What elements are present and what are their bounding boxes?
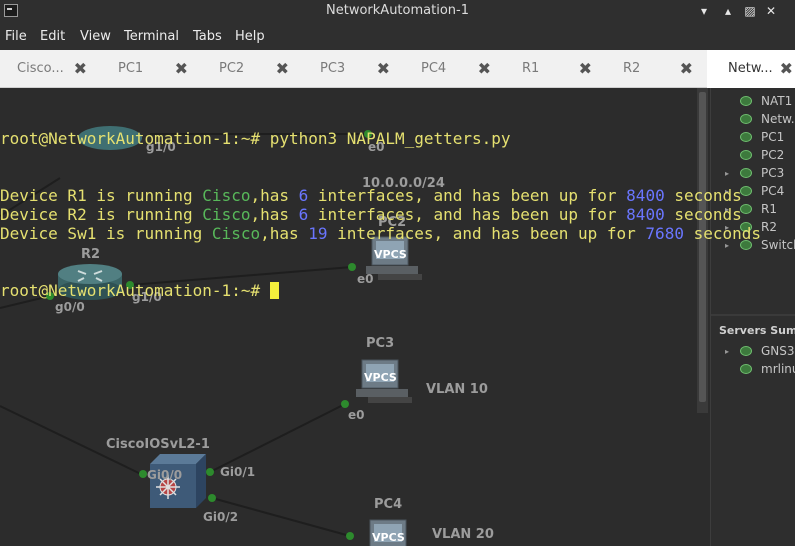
vpcs-badge-pc4: VPCS [372,531,405,544]
line-text: interfaces, and has been up for [327,224,646,243]
output-line: Device R1 is running Cisco,has 6 interfa… [0,186,761,205]
device-item-label[interactable]: NAT1 [761,94,792,108]
server-item-label[interactable]: GNS3 [761,344,795,358]
line-text: Device R1 is running [0,186,203,205]
device-item-label[interactable]: PC3 [761,166,784,180]
menu-terminal[interactable]: Terminal [124,29,179,44]
tab-label: R1 [522,61,540,76]
line-text: seconds [664,186,742,205]
prompt: root@NetworkAutomation-1:~# [0,129,261,148]
uptime-value: 8400 [626,186,665,205]
line-text: interfaces, and has been up for [308,205,627,224]
device-item-label[interactable]: PC2 [761,148,784,162]
menu-file[interactable]: File [5,29,27,44]
tab-label: PC3 [320,61,346,76]
cursor [269,282,279,299]
menu-tabs[interactable]: Tabs [193,29,222,44]
vlan10-label: VLAN 10 [426,382,488,397]
menu-bar: File Edit View Terminal Tabs Help [0,24,795,50]
status-indicator-icon [740,364,752,374]
command: python3 NAPALM_getters.py [269,129,511,148]
interface-count: 19 [308,224,328,243]
node-label-pc4: PC4 [374,497,403,512]
device-item-label[interactable]: Netw... [761,112,795,126]
tab-label: R2 [623,61,641,76]
output-line: Device R2 is running Cisco,has 6 interfa… [0,205,761,224]
terminal-area[interactable]: R2 g0/0 g1/0 PC2 e0 10.0.0.0/24 PC3 e0 V… [0,88,795,546]
tab-pc1[interactable]: PC1 ✖ [101,50,202,88]
minimize-icon[interactable]: ▴ [719,2,737,20]
tab-network-automation[interactable]: Netw... ✖ [707,50,795,88]
tab-close-icon[interactable]: ✖ [276,59,289,78]
device-item-label[interactable]: R2 [761,220,777,234]
vendor-text: Cisco [211,224,261,243]
vendor-text: Cisco [202,205,251,224]
node-label-switch: CiscoIOSvL2-1 [106,437,210,452]
expand-arrow-icon[interactable]: ▸ [725,347,729,356]
output-line: Device Sw1 is running Cisco,has 19 inter… [0,224,761,243]
port-label-sw-gi01: Gi0/1 [220,465,256,479]
tab-r1[interactable]: R1 ✖ [505,50,606,88]
tab-r2[interactable]: R2 ✖ [606,50,707,88]
vendor-text: Cisco [202,186,251,205]
tab-close-icon[interactable]: ✖ [175,59,188,78]
device-item-label[interactable]: Switch [761,238,795,252]
output-lines: Device R1 is running Cisco,has 6 interfa… [0,186,761,243]
prompt-line: root@NetworkAutomation-1:~# python3 NAPA… [0,129,761,148]
device-item-label[interactable]: PC4 [761,184,784,198]
port-label-sw-gi00: Gi0/0 [147,468,183,482]
line-text: ,has [250,205,299,224]
tab-close-icon[interactable]: ✖ [780,59,793,78]
status-indicator-icon [740,346,752,356]
vlan20-label: VLAN 20 [432,527,494,542]
tab-cisco[interactable]: Cisco... ✖ [0,50,101,88]
tab-label: PC4 [421,61,447,76]
device-item-label[interactable]: PC1 [761,130,784,144]
interface-count: 6 [298,186,309,205]
uptime-value: 8400 [626,205,665,224]
line-text: interfaces, and has been up for [308,186,627,205]
tab-pc2[interactable]: PC2 ✖ [202,50,303,88]
line-text: ,has [250,186,299,205]
line-text: seconds [683,224,762,243]
port-label-pc3-e0: e0 [348,408,365,422]
tab-close-icon[interactable]: ✖ [478,59,491,78]
title-bar: NetworkAutomation-1 ▾ ▴ ▨ ✕ [0,0,795,24]
line-text: Device R2 is running [0,205,203,224]
tab-close-icon[interactable]: ✖ [377,59,390,78]
prompt: root@NetworkAutomation-1:~# [0,281,261,300]
line-text: seconds [664,205,742,224]
tab-close-icon[interactable]: ✖ [579,59,592,78]
tab-close-icon[interactable]: ✖ [680,59,693,78]
vpcs-badge-pc3: VPCS [364,371,397,384]
tab-label: Netw... [728,61,773,76]
tab-bar: Cisco... ✖ PC1 ✖ PC2 ✖ PC3 ✖ PC4 ✖ R1 ✖ R2 ✖ Ne… [0,50,795,88]
window-title: NetworkAutomation-1 [326,3,469,18]
menu-edit[interactable]: Edit [40,29,65,44]
server-item-label[interactable]: mrlinu [761,362,795,376]
close-window-icon[interactable]: ✕ [762,2,780,20]
interface-count: 6 [298,205,309,224]
terminal-output: root@NetworkAutomation-1:~# python3 NAPA… [0,91,761,338]
node-label-pc3: PC3 [366,336,395,351]
prompt-line: root@NetworkAutomation-1:~# [0,281,761,300]
tab-pc3[interactable]: PC3 ✖ [303,50,404,88]
menu-arrow-icon[interactable]: ▾ [695,2,713,20]
line-text: Device Sw1 is running [0,224,212,243]
tab-label: Cisco... [17,61,64,76]
line-text: ,has [260,224,309,243]
tab-label: PC1 [118,61,144,76]
port-label-sw-gi02: Gi0/2 [203,510,239,524]
tab-close-icon[interactable]: ✖ [74,59,87,78]
menu-view[interactable]: View [80,29,111,44]
menu-help[interactable]: Help [235,29,265,44]
device-item-label[interactable]: R1 [761,202,777,216]
maximize-icon[interactable]: ▨ [741,2,759,20]
tab-pc4[interactable]: PC4 ✖ [404,50,505,88]
uptime-value: 7680 [645,224,684,243]
tab-label: PC2 [219,61,245,76]
